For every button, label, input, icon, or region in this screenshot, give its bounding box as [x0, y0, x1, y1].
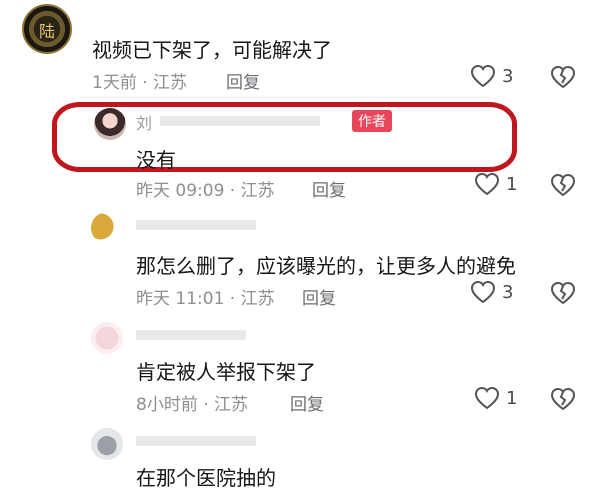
like-button[interactable]: 1	[474, 386, 517, 410]
like-count: 1	[506, 387, 518, 409]
like-button[interactable]: 3	[470, 64, 513, 88]
username-redaction	[136, 436, 256, 446]
username-fragment: 刘	[136, 114, 153, 133]
heart-outline-icon	[474, 386, 500, 410]
heart-outline-icon	[470, 280, 496, 304]
heart-outline-icon	[474, 172, 500, 196]
avatar[interactable]: 陆	[22, 4, 72, 54]
avatar[interactable]	[91, 428, 123, 460]
avatar[interactable]	[91, 212, 123, 244]
reply-button[interactable]: 回复	[312, 176, 346, 201]
broken-heart-icon[interactable]	[550, 280, 576, 306]
username-redaction	[160, 116, 320, 126]
comment-text: 没有	[136, 148, 176, 172]
avatar-lettering: 陆	[38, 22, 55, 41]
comment-text: 那怎么删了，应该曝光的，让更多人的避免	[136, 254, 516, 278]
comment-meta: 8小时前 · 江苏	[136, 395, 249, 415]
like-count: 1	[506, 173, 518, 195]
like-button[interactable]: 3	[470, 280, 513, 304]
author-badge: 作者	[352, 110, 392, 132]
comment-text: 在那个医院抽的	[136, 466, 276, 490]
comment-meta: 昨天 11:01 · 江苏	[136, 289, 275, 309]
comment-meta: 昨天 09:09 · 江苏	[136, 181, 275, 201]
broken-heart-icon[interactable]	[550, 386, 576, 412]
reply-button[interactable]: 回复	[226, 68, 260, 93]
like-button[interactable]: 1	[474, 172, 517, 196]
comment-text: 肯定被人举报下架了	[136, 360, 316, 384]
like-count: 3	[502, 65, 514, 87]
reply-button[interactable]: 回复	[302, 284, 336, 309]
avatar[interactable]	[94, 108, 126, 140]
avatar[interactable]	[91, 322, 123, 354]
broken-heart-icon[interactable]	[550, 172, 576, 198]
reply-button[interactable]: 回复	[290, 390, 324, 415]
comment-meta: 1天前 · 江苏	[92, 73, 188, 93]
comment-text: 视频已下架了，可能解决了	[92, 38, 332, 62]
username-redaction	[136, 330, 246, 340]
heart-outline-icon	[470, 64, 496, 88]
username-redaction	[136, 220, 256, 230]
like-count: 3	[502, 281, 514, 303]
broken-heart-icon[interactable]	[550, 64, 576, 90]
